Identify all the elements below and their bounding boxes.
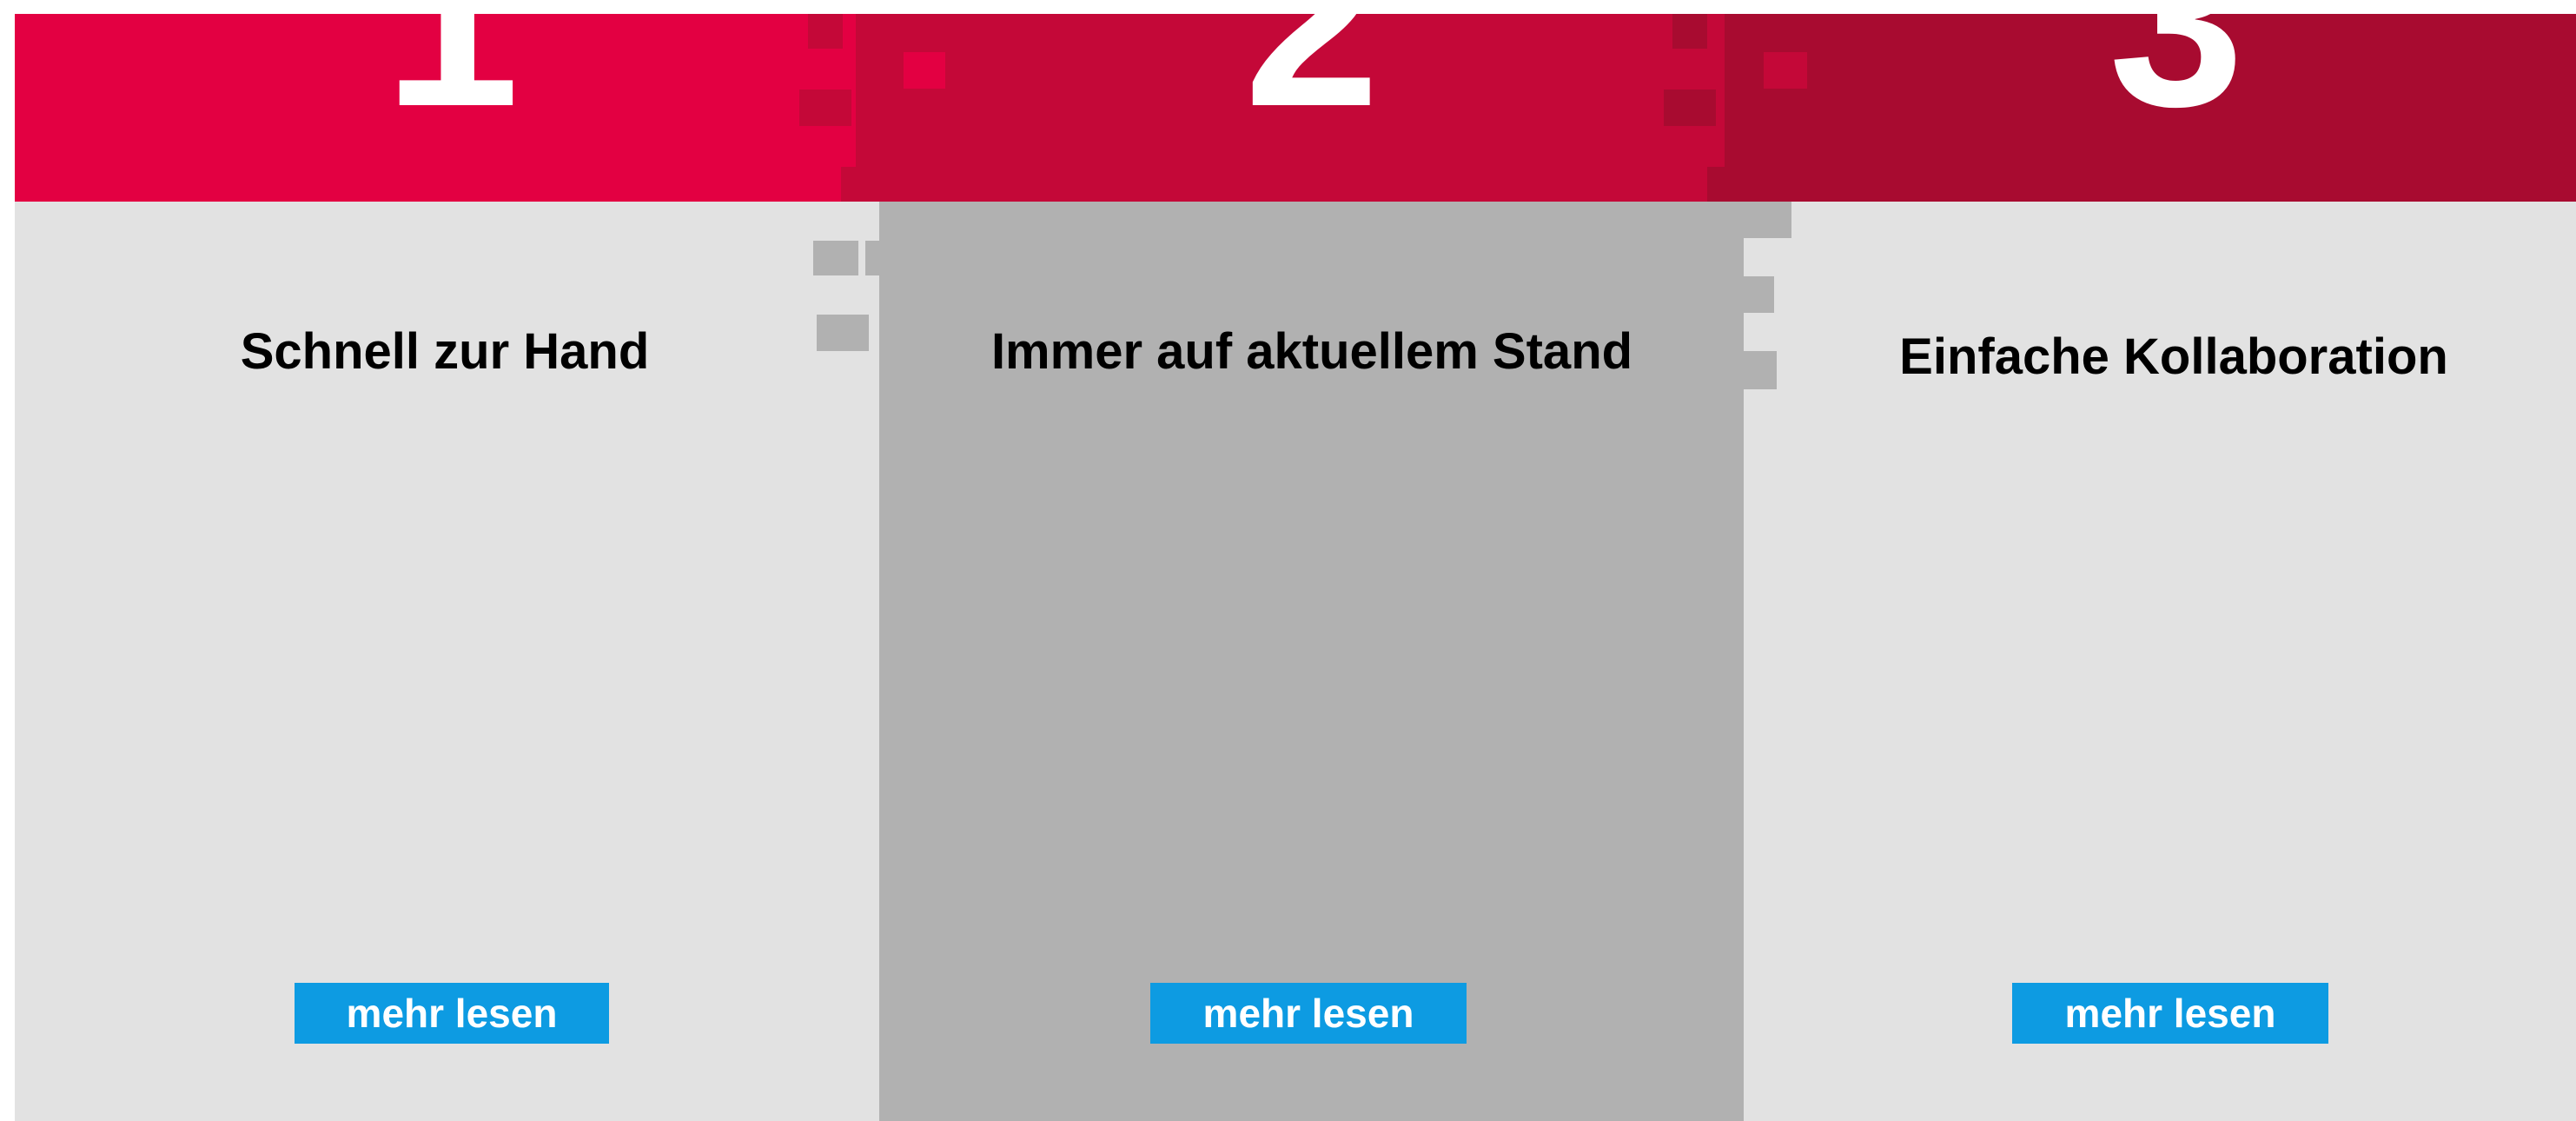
step-1-title: Schnell zur Hand [240,323,650,380]
step-2-read-more-button[interactable]: mehr lesen [1150,983,1467,1044]
step-3-read-more-button[interactable]: mehr lesen [2012,983,2328,1044]
step-2-title: Immer auf aktuellem Stand [990,323,1633,380]
features-stage: 1 Schnell zur Hand mehr lesen 2 Immer au… [0,0,2576,1121]
step-2-number: 2 [1244,0,1380,157]
step-1-read-more-button[interactable]: mehr lesen [295,983,609,1044]
step-1-number: 1 [384,0,520,157]
step-3-number: 3 [2109,0,2244,157]
step-3-title: Einfache Kollaboration [1899,328,2448,385]
